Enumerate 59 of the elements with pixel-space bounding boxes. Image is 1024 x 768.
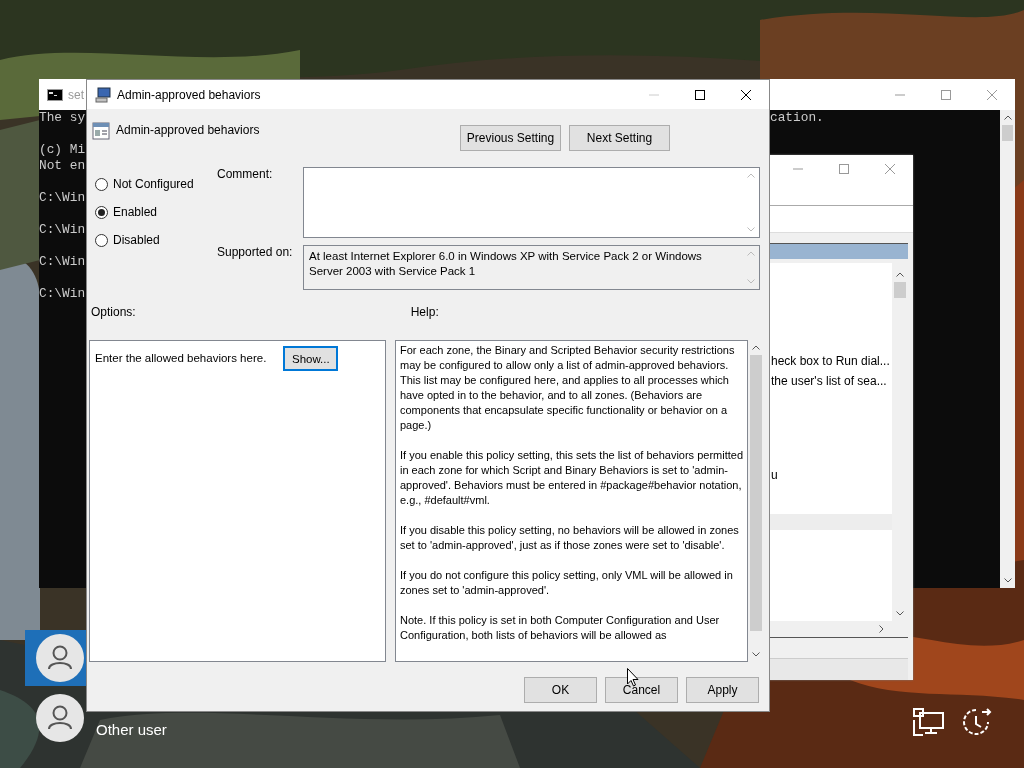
console-line: C:\Win [39, 190, 86, 206]
navigation-button[interactable]: Previous Setting [460, 125, 561, 151]
radio-label[interactable]: Disabled [113, 233, 160, 247]
options-label: Options: [91, 305, 136, 319]
console-line: C:\Win [39, 254, 86, 270]
console-line: (c) Mi [39, 142, 86, 158]
mouse-pointer-icon [627, 668, 639, 687]
user-name: Other user [96, 720, 167, 738]
dialog-button[interactable]: OK [524, 677, 597, 703]
radio-label[interactable]: Not Configured [113, 177, 194, 191]
avatar-icon [36, 634, 84, 682]
radio-button[interactable] [95, 177, 108, 191]
setting-name: Admin-approved behaviors [116, 123, 260, 137]
console-line: C:\Win [39, 286, 86, 302]
radio-button[interactable] [95, 205, 108, 219]
list-item[interactable]: the user's list of sea... [771, 371, 887, 391]
list-item[interactable]: u [771, 465, 778, 485]
list-item[interactable]: heck box to Run dial... [771, 351, 890, 371]
scroll-thumb[interactable] [750, 355, 762, 631]
chevron-right-icon[interactable] [879, 625, 884, 633]
radio-label[interactable]: Enabled [113, 205, 158, 219]
chevron-down-icon[interactable] [752, 652, 760, 657]
help-paragraph: Note. If this policy is set in both Computer Configuration and User Configuration, both lists of behaviors will be allowed as [400, 613, 721, 643]
settings-page-icon [92, 122, 110, 140]
radio-button[interactable] [95, 233, 108, 247]
chevron-up-icon[interactable] [896, 272, 904, 277]
dialog-button[interactable]: Apply [686, 677, 759, 703]
scroll-bar[interactable] [1000, 110, 1015, 588]
help-paragraph: For each zone, the Binary and Scripted Behavior security restrictions may be configured to allow only a list of admin-approved behaviors. This list may be configured here, and applies to all processes which have opted in to the behavior, and to all zones. (Behaviors are components that encapsulate specific functionality or behavior on a page.) [400, 343, 736, 433]
ease-of-access-icon[interactable] [960, 706, 992, 738]
network-icon[interactable] [913, 708, 945, 736]
comment-label: Comment: [217, 167, 273, 181]
supported-on-text: At least Internet Explorer 6.0 in Windows XP with Service Pack 2 or Windows Server 2003 with Service Pack 1 [308, 249, 703, 279]
close-icon[interactable] [741, 89, 751, 100]
window-title: Admin-approved behaviors [117, 87, 261, 102]
navigation-button[interactable]: Next Setting [569, 125, 670, 151]
maximize-icon[interactable] [695, 89, 705, 100]
console-line: The sy [39, 110, 86, 126]
supported-on-label: Supported on: [217, 245, 293, 259]
help-paragraph: If you enable this policy setting, this sets the list of behaviors permitted in each zone for which Script and Binary Behaviors is set to 'admin-approved'. Behaviors must be entered in #package#behavior notation, e.g., #default#vml. [400, 448, 743, 508]
chevron-up-icon[interactable] [1003, 115, 1012, 120]
help-paragraph: If you do not configure this policy setting, only VML will be allowed in zones set to 'admin-approved'. [400, 568, 734, 598]
console-line: C:\Win [39, 222, 86, 238]
chevron-up-icon[interactable] [752, 345, 760, 350]
help-label: Help: [410, 305, 439, 319]
window-title: set [68, 87, 84, 102]
chevron-down-icon[interactable] [896, 611, 904, 616]
chevron-down-icon[interactable] [1003, 578, 1012, 583]
dialog-button[interactable]: Cancel [605, 677, 678, 703]
avatar-icon [36, 694, 84, 742]
scroll-thumb[interactable] [894, 282, 906, 298]
console-line: Not en [39, 158, 86, 174]
help-paragraph: If you disable this policy setting, no behaviors will be allowed in zones set to 'admin-approved', just as if those zones were set to 'disable'. [400, 523, 740, 553]
console-icon [47, 88, 63, 101]
options-prompt: Enter the allowed behaviors here. [95, 352, 267, 364]
console-line: cation. [770, 110, 824, 126]
scroll-thumb[interactable] [1002, 125, 1013, 141]
show-button[interactable]: Show... [283, 346, 339, 371]
computer-icon [95, 86, 111, 103]
